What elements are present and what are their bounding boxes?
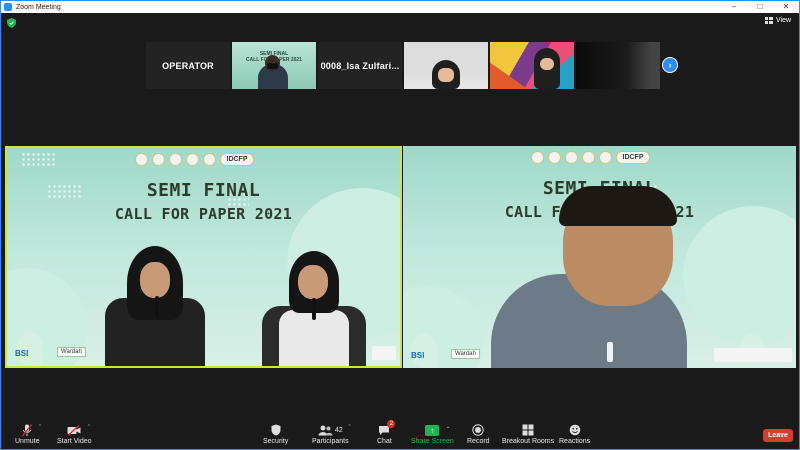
sponsor-logos: IDCFP [531, 151, 650, 164]
window-controls: – □ ✕ [721, 1, 799, 13]
record-label: Record [467, 438, 490, 445]
bsi-logo: BSI [411, 351, 425, 360]
security-shield-icon [271, 424, 281, 436]
chevron-up-icon[interactable]: ˆ [348, 425, 350, 432]
start-video-button[interactable]: ˆ Start Video [57, 423, 92, 445]
headline-line2: CALL FOR PAPER 2021 [114, 205, 293, 223]
breakout-rooms-label: Breakout Rooms [502, 438, 555, 445]
video-tile-right[interactable]: IDCFP SEMI FINAL CALL F2021 BSI Wardah [403, 146, 796, 368]
chat-label: Chat [377, 438, 392, 445]
share-screen-label: Share Screen [411, 438, 454, 445]
participants-button[interactable]: 42 ˆ Participants [312, 423, 351, 445]
video-off-icon [67, 424, 81, 436]
sponsor-logos: IDCFP [135, 153, 254, 166]
poster-headline: SEMI FINAL CALL FOR PAPER 2021 [7, 180, 400, 223]
share-screen-button[interactable]: ↑ ˆ Share Screen [411, 423, 454, 445]
close-icon[interactable]: ✕ [773, 1, 799, 13]
minimize-icon[interactable]: – [721, 1, 747, 13]
thumbnail-operator[interactable]: OPERATOR [146, 42, 230, 89]
unmute-button[interactable]: ˆ Unmute [15, 423, 41, 445]
wardah-logo: Wardah [57, 347, 86, 357]
muted-mic-icon [22, 423, 33, 436]
start-video-label: Start Video [57, 438, 92, 445]
headline-line1: SEMI FINAL [146, 180, 261, 201]
participant-thumbnail-strip: OPERATOR SEMI FINAL CALL FOR PAPER 2021 … [146, 42, 660, 89]
window-title: Zoom Meeting [16, 3, 61, 11]
bsi-logo: BSI [15, 349, 29, 358]
thumbnail-video-poster[interactable]: SEMI FINAL CALL FOR PAPER 2021 [232, 42, 316, 89]
encryption-shield-icon[interactable] [7, 18, 16, 28]
thumbnail-name: 0008_Isa Zulfari... [320, 60, 400, 71]
participants-icon [318, 425, 333, 435]
chevron-up-icon[interactable]: ˆ [39, 425, 41, 432]
record-button[interactable]: Record [467, 423, 490, 445]
chat-unread-badge: 2 [387, 420, 396, 428]
sponsor-strip [714, 348, 792, 362]
wardah-logo: Wardah [451, 349, 480, 359]
participants-count: 42 [334, 426, 343, 434]
zoom-window: Zoom Meeting – □ ✕ View OPERATOR SEMI FI… [0, 0, 800, 450]
reactions-label: Reactions [559, 438, 591, 445]
breakout-rooms-icon [522, 424, 534, 436]
thumbnail-video-art[interactable] [490, 42, 574, 89]
chat-button[interactable]: 2 Chat [377, 420, 396, 445]
view-button[interactable]: View [764, 17, 791, 24]
idcfp-logo: IDCFP [616, 151, 650, 164]
reactions-button[interactable]: Reactions [559, 423, 590, 445]
participants-label: Participants [312, 438, 349, 445]
unmute-label: Unmute [15, 438, 40, 445]
chevron-up-icon[interactable]: ˆ [88, 425, 90, 432]
zoom-app-icon [4, 3, 12, 11]
thumbnail-name: OPERATOR [162, 60, 214, 71]
maximize-icon[interactable]: □ [747, 1, 773, 13]
next-page-arrow-icon[interactable]: › [662, 57, 678, 73]
headline-line2-start: CALL F [504, 203, 561, 221]
thumbnail-isa-zulfari[interactable]: 0008_Isa Zulfari... [318, 42, 402, 89]
security-label: Security [263, 438, 289, 445]
record-icon [472, 424, 484, 436]
thumbnail-video-girl[interactable] [404, 42, 488, 89]
breakout-rooms-button[interactable]: Breakout Rooms [502, 423, 554, 445]
leave-button[interactable]: Leave [763, 429, 793, 442]
reactions-smiley-icon [569, 424, 580, 436]
share-screen-arrow-icon: ↑ [425, 424, 440, 436]
grid-view-icon [764, 17, 773, 24]
security-button[interactable]: Security [263, 423, 288, 445]
meeting-toolbar: ˆ Unmute ˆ Start Video Security 42 ˆ Par… [1, 420, 799, 449]
title-bar: Zoom Meeting – □ ✕ [1, 1, 799, 13]
chevron-up-icon[interactable]: ˆ [447, 425, 450, 436]
thumbnail-video-dark[interactable] [576, 42, 660, 89]
sponsor-strip [372, 346, 396, 360]
view-label: View [775, 17, 791, 24]
idcfp-logo: IDCFP [220, 153, 254, 166]
video-tile-left[interactable]: IDCFP SEMI FINAL CALL FOR PAPER 2021 BSI… [5, 146, 402, 368]
